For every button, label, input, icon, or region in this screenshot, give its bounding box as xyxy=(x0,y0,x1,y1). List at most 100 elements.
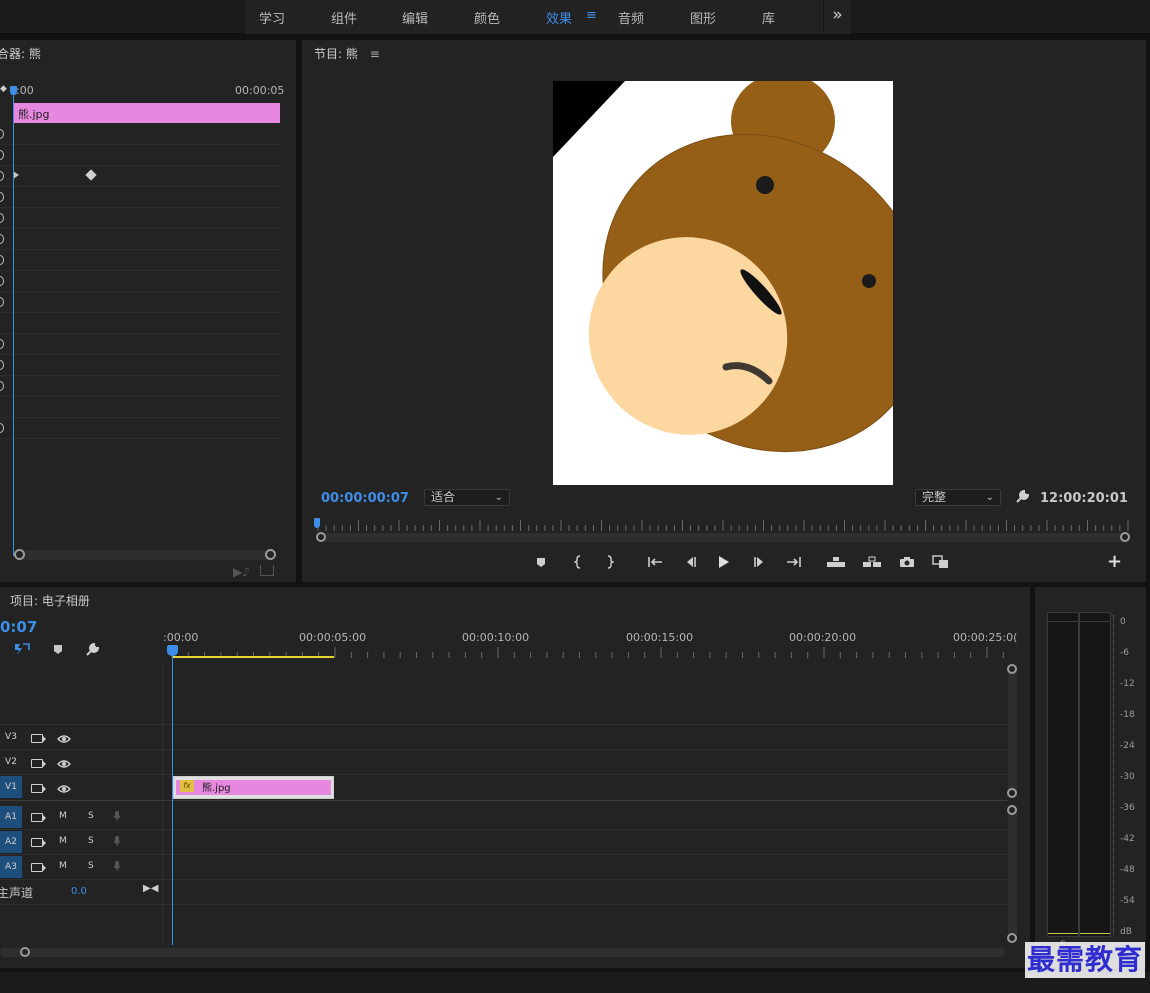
timeline-settings-wrench-icon[interactable] xyxy=(84,642,100,661)
workspace-tab-1[interactable]: 学习 xyxy=(259,8,285,27)
mute-button[interactable]: M xyxy=(59,836,67,846)
ec-clip-name: 熊.jpg xyxy=(18,108,50,121)
keyframe-row xyxy=(0,313,280,334)
video-tracks-scrollbar[interactable] xyxy=(1007,664,1017,798)
solo-button[interactable]: S xyxy=(88,836,94,846)
workspace-tab-3[interactable]: 编辑 xyxy=(402,8,428,27)
keyframe-row xyxy=(0,292,280,313)
timeline-ruler-label: 00:00:05:00 xyxy=(299,631,367,644)
keyframe-row xyxy=(0,397,280,418)
solo-button[interactable]: S xyxy=(88,811,94,821)
keyframe-row xyxy=(0,250,280,271)
play-audio-icon[interactable]: ▶♪ xyxy=(233,565,250,579)
track-target-v3[interactable]: V3 xyxy=(0,726,22,748)
timeline-ruler-label: :00:00 xyxy=(163,631,199,644)
bear-image xyxy=(553,81,893,453)
panel-menu-icon[interactable]: ≡ xyxy=(370,47,380,61)
keyframe-row xyxy=(0,271,280,292)
status-bar xyxy=(0,972,1150,993)
fit-select[interactable]: 适合 ⌄ xyxy=(424,489,510,506)
snap-icon[interactable] xyxy=(14,642,30,659)
video-frame xyxy=(553,81,893,485)
wrench-icon[interactable] xyxy=(1014,489,1030,508)
meter-channel-left xyxy=(1047,612,1079,937)
track-target-a1[interactable]: A1 xyxy=(0,806,22,828)
sync-lock-icon[interactable] xyxy=(31,759,46,768)
workspace-menu-icon[interactable]: ≡ xyxy=(586,8,597,23)
export-frame-camera-icon[interactable] xyxy=(897,553,917,571)
track-target-a3[interactable]: A3 xyxy=(0,856,22,878)
workspace-tab-7[interactable]: 图形 xyxy=(690,8,716,27)
nav-arrow-icon[interactable]: ◆ xyxy=(0,84,7,94)
step-back-button[interactable] xyxy=(680,553,700,571)
track-target-v2[interactable]: V2 xyxy=(0,751,22,773)
eye-icon[interactable] xyxy=(57,758,71,772)
mark-in-button[interactable] xyxy=(568,553,588,571)
sync-lock-icon[interactable] xyxy=(31,734,46,743)
sync-lock-icon[interactable] xyxy=(31,863,46,872)
timeline-clip-v1[interactable]: fx 熊.jpg xyxy=(173,776,334,799)
export-icon[interactable] xyxy=(260,565,274,576)
track-target-v1[interactable]: V1 xyxy=(0,776,22,798)
fx-badge[interactable]: fx xyxy=(180,780,194,792)
workspace-tab-6[interactable]: 音频 xyxy=(618,8,644,27)
keyframe-row xyxy=(0,166,280,187)
timeline-horizontal-scrollbar[interactable] xyxy=(0,947,1005,957)
microphone-icon[interactable] xyxy=(113,835,121,850)
keyframe-row xyxy=(0,418,280,439)
go-to-out-button[interactable] xyxy=(784,553,804,571)
mark-out-button[interactable] xyxy=(600,553,620,571)
ruler-end-label: 00:00:05 xyxy=(235,84,285,97)
db-scale-label: -18 xyxy=(1120,710,1135,720)
ec-playhead-line[interactable] xyxy=(13,86,14,556)
track-target-a2[interactable]: A2 xyxy=(0,831,22,853)
db-scale-label: -42 xyxy=(1120,834,1135,844)
eye-icon[interactable] xyxy=(57,733,71,747)
project-title: 项目: 电子相册 xyxy=(10,594,90,608)
monitor-time-ruler[interactable] xyxy=(316,518,1130,532)
more-workspaces-button[interactable]: » xyxy=(823,0,851,34)
extract-button[interactable] xyxy=(862,553,882,571)
add-marker-button[interactable] xyxy=(531,553,551,571)
timeline-timecode[interactable]: 0:07 xyxy=(0,618,37,636)
lift-button[interactable] xyxy=(826,553,846,571)
timeline-ruler-label: 00:00:20:00 xyxy=(789,631,857,644)
go-to-end-icon[interactable]: ▶◀ xyxy=(143,883,158,894)
program-monitor-panel: 节目: 熊 ≡ 00:00:00:07 适合 ⌄ 完整 ⌄ 12:00:20:01 xyxy=(302,40,1146,582)
quality-select[interactable]: 完整 ⌄ xyxy=(915,489,1001,506)
microphone-icon[interactable] xyxy=(113,810,121,825)
monitor-zoom-bar[interactable] xyxy=(316,532,1130,542)
mute-button[interactable]: M xyxy=(59,811,67,821)
mute-button[interactable]: M xyxy=(59,861,67,871)
timeline-ruler-label: 00:00:10:00 xyxy=(462,631,530,644)
workspace-tab-5[interactable]: 效果 xyxy=(546,8,572,27)
timeline-marker-icon[interactable] xyxy=(53,644,63,658)
keyframe-row xyxy=(0,187,280,208)
microphone-icon[interactable] xyxy=(113,860,121,875)
go-to-in-button[interactable] xyxy=(645,553,665,571)
ec-playhead-handle[interactable] xyxy=(10,86,17,95)
sync-lock-icon[interactable] xyxy=(31,813,46,822)
playhead-timecode[interactable]: 00:00:00:07 xyxy=(321,491,409,506)
ec-clip-bar[interactable]: 熊.jpg xyxy=(14,103,280,123)
eye-icon[interactable] xyxy=(57,783,71,797)
master-volume-value[interactable]: 0.0 xyxy=(71,886,87,897)
keyframe-row xyxy=(0,208,280,229)
meter-scale-line xyxy=(1113,615,1114,935)
solo-button[interactable]: S xyxy=(88,861,94,871)
play-button[interactable] xyxy=(714,553,734,571)
db-scale-label: -12 xyxy=(1120,679,1135,689)
comparison-view-button[interactable] xyxy=(931,553,951,571)
sync-lock-icon[interactable] xyxy=(31,784,46,793)
timeline-playhead-line[interactable] xyxy=(172,655,173,945)
button-editor-add[interactable]: + xyxy=(1107,551,1122,572)
step-forward-button[interactable] xyxy=(750,553,770,571)
ec-zoom-scrollbar[interactable] xyxy=(14,549,276,560)
monitor-playhead-handle[interactable] xyxy=(314,518,320,528)
audio-tracks-scrollbar[interactable] xyxy=(1007,805,1017,943)
workspace-tab-2[interactable]: 组件 xyxy=(331,8,357,27)
sync-lock-icon[interactable] xyxy=(31,838,46,847)
workspace-tab-8[interactable]: 库 xyxy=(762,8,775,27)
workspace-tab-4[interactable]: 颜色 xyxy=(474,8,500,27)
work-area-bar[interactable] xyxy=(172,656,334,658)
